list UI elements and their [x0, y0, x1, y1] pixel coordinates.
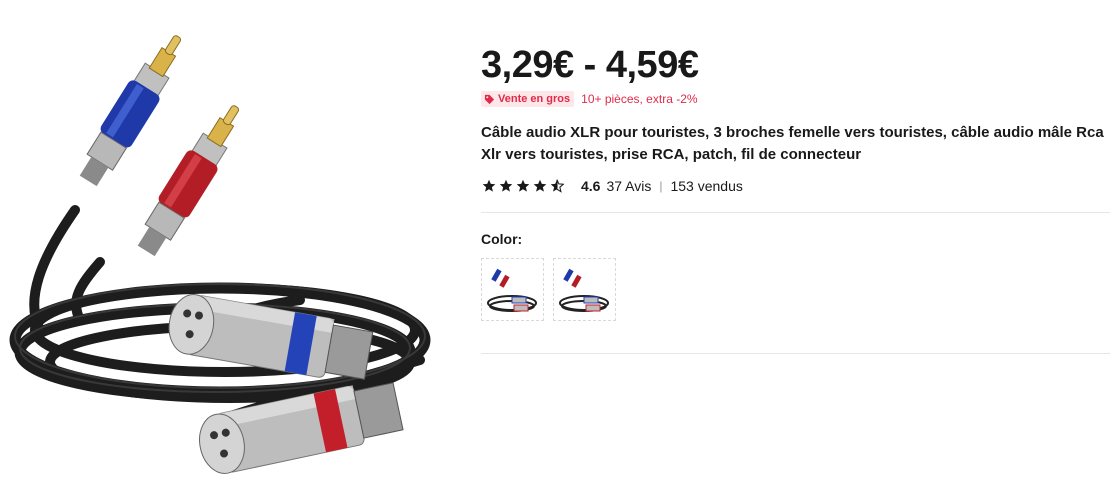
reviews-link[interactable]: 37 Avis: [606, 178, 651, 194]
bulk-discount: Vente en gros 10+ pièces, extra -2%: [481, 91, 698, 107]
color-option-1[interactable]: [481, 258, 544, 321]
bulk-badge-label: Vente en gros: [498, 93, 571, 105]
product-info: 3,29€ - 4,59€ Vente en gros 10+ pièces, …: [481, 0, 1110, 483]
price-range: 3,29€ - 4,59€: [481, 44, 699, 86]
color-option-2[interactable]: [553, 258, 616, 321]
product-image[interactable]: [0, 0, 460, 483]
bulk-badge: Vente en gros: [481, 91, 575, 107]
star-rating[interactable]: [482, 179, 567, 193]
cable-thumbnail-icon: [487, 268, 537, 312]
rating-row: 4.6 37 Avis | 153 vendus: [482, 177, 743, 195]
sold-count: 153 vendus: [670, 178, 743, 194]
star-icon: [533, 179, 547, 192]
cable-thumbnail-icon: [559, 268, 609, 312]
bulk-note: 10+ pièces, extra -2%: [581, 92, 698, 106]
half-star-icon: [550, 179, 564, 193]
color-label: Color:: [481, 231, 523, 247]
divider: [481, 353, 1110, 354]
divider: [481, 212, 1110, 213]
star-icon: [499, 179, 513, 192]
star-icon: [482, 179, 496, 192]
rating-value: 4.6: [581, 178, 601, 194]
star-icon: [516, 179, 530, 192]
tag-icon: [484, 94, 495, 104]
product-title: Câble audio XLR pour touristes, 3 broche…: [481, 124, 1104, 163]
separator: |: [659, 179, 663, 193]
